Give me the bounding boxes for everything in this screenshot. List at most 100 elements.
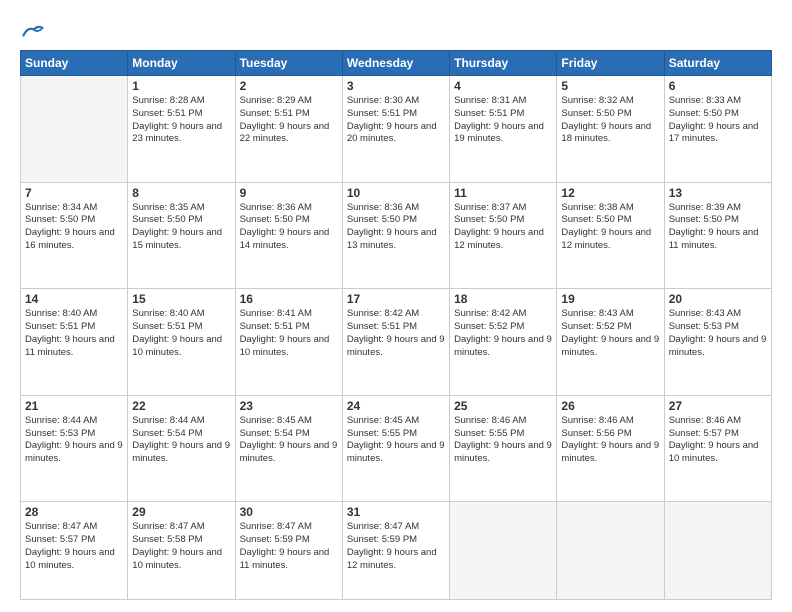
cell-info: Sunrise: 8:46 AMSunset: 5:57 PMDaylight:…	[669, 415, 767, 466]
weekday-header-wednesday: Wednesday	[342, 51, 449, 76]
day-number: 15	[132, 292, 230, 306]
day-number: 31	[347, 505, 445, 519]
weekday-header-friday: Friday	[557, 51, 664, 76]
calendar-cell: 20Sunrise: 8:43 AMSunset: 5:53 PMDayligh…	[664, 289, 771, 396]
cell-info: Sunrise: 8:42 AMSunset: 5:51 PMDaylight:…	[347, 308, 445, 359]
day-number: 20	[669, 292, 767, 306]
day-number: 27	[669, 399, 767, 413]
calendar-cell: 18 Sunrise: 8:42 AMSunset: 5:52 PMDayligh…	[450, 289, 557, 396]
calendar-cell	[21, 76, 128, 183]
day-number: 24	[347, 399, 445, 413]
cell-info: Sunrise: 8:35 AMSunset: 5:50 PMDaylight:…	[132, 202, 230, 253]
cell-info: Sunrise: 8:44 AMSunset: 5:54 PMDaylight:…	[132, 415, 230, 466]
calendar-cell: 10Sunrise: 8:36 AMSunset: 5:50 PMDayligh…	[342, 182, 449, 289]
calendar-week-3: 14 Sunrise: 8:40 AMSunset: 5:51 PMDayligh…	[21, 289, 772, 396]
cell-info: Sunrise: 8:32 AMSunset: 5:50 PMDaylight:…	[561, 95, 659, 146]
day-number: 2	[240, 79, 338, 93]
calendar-cell: 26 Sunrise: 8:46 AMSunset: 5:56 PMDayligh…	[557, 395, 664, 502]
cell-info: Sunrise: 8:44 AMSunset: 5:53 PMDaylight:…	[25, 415, 123, 466]
calendar-cell: 14 Sunrise: 8:40 AMSunset: 5:51 PMDayligh…	[21, 289, 128, 396]
cell-info: Sunrise: 8:38 AMSunset: 5:50 PMDaylight:…	[561, 202, 659, 253]
cell-info: Sunrise: 8:29 AMSunset: 5:51 PMDaylight:…	[240, 95, 338, 146]
calendar-cell: 21 Sunrise: 8:44 AMSunset: 5:53 PMDayligh…	[21, 395, 128, 502]
calendar-cell: 13Sunrise: 8:39 AMSunset: 5:50 PMDayligh…	[664, 182, 771, 289]
calendar-cell: 27 Sunrise: 8:46 AMSunset: 5:57 PMDayligh…	[664, 395, 771, 502]
day-number: 8	[132, 186, 230, 200]
day-number: 1	[132, 79, 230, 93]
cell-info: Sunrise: 8:40 AMSunset: 5:51 PMDaylight:…	[132, 308, 230, 359]
calendar-cell: 28 Sunrise: 8:47 AMSunset: 5:57 PMDayligh…	[21, 502, 128, 600]
cell-info: Sunrise: 8:36 AMSunset: 5:50 PMDaylight:…	[240, 202, 338, 253]
day-number: 26	[561, 399, 659, 413]
day-number: 9	[240, 186, 338, 200]
cell-info: Sunrise: 8:40 AMSunset: 5:51 PMDaylight:…	[25, 308, 123, 359]
cell-info: Sunrise: 8:47 AMSunset: 5:57 PMDaylight:…	[25, 521, 123, 572]
day-number: 29	[132, 505, 230, 519]
weekday-header-saturday: Saturday	[664, 51, 771, 76]
calendar-week-4: 21 Sunrise: 8:44 AMSunset: 5:53 PMDayligh…	[21, 395, 772, 502]
calendar-cell: 16Sunrise: 8:41 AMSunset: 5:51 PMDayligh…	[235, 289, 342, 396]
calendar-table: SundayMondayTuesdayWednesdayThursdayFrid…	[20, 50, 772, 600]
calendar-cell: 12 Sunrise: 8:38 AMSunset: 5:50 PMDayligh…	[557, 182, 664, 289]
calendar-week-1: 1 Sunrise: 8:28 AMSunset: 5:51 PMDaylight…	[21, 76, 772, 183]
calendar-cell: 11 Sunrise: 8:37 AMSunset: 5:50 PMDayligh…	[450, 182, 557, 289]
day-number: 28	[25, 505, 123, 519]
cell-info: Sunrise: 8:39 AMSunset: 5:50 PMDaylight:…	[669, 202, 767, 253]
day-number: 17	[347, 292, 445, 306]
cell-info: Sunrise: 8:47 AMSunset: 5:59 PMDaylight:…	[347, 521, 445, 572]
calendar-cell: 5Sunrise: 8:32 AMSunset: 5:50 PMDaylight…	[557, 76, 664, 183]
cell-info: Sunrise: 8:47 AMSunset: 5:58 PMDaylight:…	[132, 521, 230, 572]
calendar-cell: 19Sunrise: 8:43 AMSunset: 5:52 PMDayligh…	[557, 289, 664, 396]
calendar-cell: 6 Sunrise: 8:33 AMSunset: 5:50 PMDaylight…	[664, 76, 771, 183]
cell-info: Sunrise: 8:31 AMSunset: 5:51 PMDaylight:…	[454, 95, 552, 146]
day-number: 11	[454, 186, 552, 200]
calendar-cell: 15 Sunrise: 8:40 AMSunset: 5:51 PMDayligh…	[128, 289, 235, 396]
day-number: 3	[347, 79, 445, 93]
weekday-header-thursday: Thursday	[450, 51, 557, 76]
logo-icon	[22, 22, 44, 40]
day-number: 25	[454, 399, 552, 413]
weekday-header-row: SundayMondayTuesdayWednesdayThursdayFrid…	[21, 51, 772, 76]
day-number: 23	[240, 399, 338, 413]
calendar-cell: 30Sunrise: 8:47 AMSunset: 5:59 PMDayligh…	[235, 502, 342, 600]
cell-info: Sunrise: 8:33 AMSunset: 5:50 PMDaylight:…	[669, 95, 767, 146]
weekday-header-monday: Monday	[128, 51, 235, 76]
calendar-cell: 3 Sunrise: 8:30 AMSunset: 5:51 PMDaylight…	[342, 76, 449, 183]
day-number: 6	[669, 79, 767, 93]
calendar-cell: 9 Sunrise: 8:36 AMSunset: 5:50 PMDaylight…	[235, 182, 342, 289]
logo	[20, 20, 44, 40]
calendar-cell: 29 Sunrise: 8:47 AMSunset: 5:58 PMDayligh…	[128, 502, 235, 600]
day-number: 10	[347, 186, 445, 200]
calendar-cell: 31 Sunrise: 8:47 AMSunset: 5:59 PMDayligh…	[342, 502, 449, 600]
calendar-week-2: 7 Sunrise: 8:34 AMSunset: 5:50 PMDaylight…	[21, 182, 772, 289]
calendar-cell: 24Sunrise: 8:45 AMSunset: 5:55 PMDayligh…	[342, 395, 449, 502]
calendar-cell	[450, 502, 557, 600]
day-number: 18	[454, 292, 552, 306]
cell-info: Sunrise: 8:46 AMSunset: 5:56 PMDaylight:…	[561, 415, 659, 466]
calendar-cell: 2 Sunrise: 8:29 AMSunset: 5:51 PMDaylight…	[235, 76, 342, 183]
day-number: 30	[240, 505, 338, 519]
weekday-header-sunday: Sunday	[21, 51, 128, 76]
calendar-cell	[664, 502, 771, 600]
calendar-cell: 22Sunrise: 8:44 AMSunset: 5:54 PMDayligh…	[128, 395, 235, 502]
header	[20, 16, 772, 40]
day-number: 21	[25, 399, 123, 413]
cell-info: Sunrise: 8:37 AMSunset: 5:50 PMDaylight:…	[454, 202, 552, 253]
cell-info: Sunrise: 8:34 AMSunset: 5:50 PMDaylight:…	[25, 202, 123, 253]
calendar-week-5: 28 Sunrise: 8:47 AMSunset: 5:57 PMDayligh…	[21, 502, 772, 600]
calendar-cell	[557, 502, 664, 600]
day-number: 12	[561, 186, 659, 200]
day-number: 7	[25, 186, 123, 200]
cell-info: Sunrise: 8:42 AMSunset: 5:52 PMDaylight:…	[454, 308, 552, 359]
calendar-cell: 23Sunrise: 8:45 AMSunset: 5:54 PMDayligh…	[235, 395, 342, 502]
cell-info: Sunrise: 8:30 AMSunset: 5:51 PMDaylight:…	[347, 95, 445, 146]
cell-info: Sunrise: 8:41 AMSunset: 5:51 PMDaylight:…	[240, 308, 338, 359]
calendar-cell: 8 Sunrise: 8:35 AMSunset: 5:50 PMDaylight…	[128, 182, 235, 289]
calendar-cell: 7 Sunrise: 8:34 AMSunset: 5:50 PMDaylight…	[21, 182, 128, 289]
cell-info: Sunrise: 8:46 AMSunset: 5:55 PMDaylight:…	[454, 415, 552, 466]
day-number: 14	[25, 292, 123, 306]
calendar-cell: 17 Sunrise: 8:42 AMSunset: 5:51 PMDayligh…	[342, 289, 449, 396]
calendar-cell: 4 Sunrise: 8:31 AMSunset: 5:51 PMDaylight…	[450, 76, 557, 183]
day-number: 4	[454, 79, 552, 93]
cell-info: Sunrise: 8:28 AMSunset: 5:51 PMDaylight:…	[132, 95, 230, 146]
